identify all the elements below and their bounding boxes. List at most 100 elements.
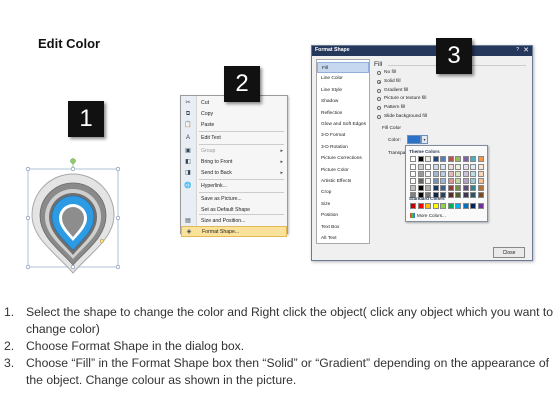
fill-color-button[interactable] — [407, 135, 421, 144]
menu-item-copy[interactable]: ⧉ Copy — [181, 109, 287, 120]
color-swatch[interactable] — [477, 185, 484, 191]
color-swatch[interactable] — [477, 178, 484, 184]
standard-color-swatch[interactable] — [470, 203, 476, 209]
color-swatch[interactable] — [477, 171, 484, 177]
category-picture-corrections[interactable]: Picture Corrections — [317, 153, 369, 164]
category-line-style[interactable]: Line Style — [317, 85, 369, 96]
color-swatch[interactable] — [417, 171, 424, 177]
standard-color-swatch[interactable] — [462, 203, 469, 209]
category-alt-text[interactable]: Alt Text — [317, 233, 369, 244]
radio-dot[interactable] — [377, 71, 381, 75]
color-swatch[interactable] — [410, 164, 416, 170]
color-swatch[interactable] — [462, 192, 469, 198]
color-swatch[interactable] — [462, 171, 469, 177]
standard-color-swatch[interactable] — [447, 203, 454, 209]
close-icon[interactable]: ✕ — [523, 46, 529, 54]
color-swatch[interactable] — [447, 171, 454, 177]
color-swatch[interactable] — [470, 156, 476, 162]
color-swatch[interactable] — [425, 171, 431, 177]
color-swatch[interactable] — [462, 164, 469, 170]
standard-color-swatch[interactable] — [432, 203, 439, 209]
color-swatch[interactable] — [477, 164, 484, 170]
color-swatch[interactable] — [447, 192, 454, 198]
category-artistic-effects[interactable]: Artistic Effects — [317, 176, 369, 187]
color-swatch[interactable] — [455, 156, 461, 162]
color-swatch[interactable] — [440, 185, 446, 191]
standard-color-swatch[interactable] — [455, 203, 461, 209]
color-swatch[interactable] — [477, 192, 484, 198]
standard-color-swatch[interactable] — [477, 203, 484, 209]
color-swatch[interactable] — [470, 171, 476, 177]
color-swatch[interactable] — [417, 185, 424, 191]
color-swatch[interactable] — [432, 171, 439, 177]
menu-item-format-shape[interactable]: ◈ Format Shape... — [181, 226, 287, 237]
selected-pin-shape[interactable] — [18, 155, 128, 280]
standard-color-swatch[interactable] — [425, 203, 431, 209]
color-swatch[interactable] — [432, 185, 439, 191]
color-swatch[interactable] — [425, 178, 431, 184]
category-3-d-rotation[interactable]: 3-D Rotation — [317, 142, 369, 153]
category-picture-color[interactable]: Picture Color — [317, 165, 369, 176]
color-swatch[interactable] — [432, 178, 439, 184]
color-swatch[interactable] — [477, 156, 484, 162]
color-swatch[interactable] — [410, 156, 416, 162]
color-swatch[interactable] — [440, 178, 446, 184]
category-position[interactable]: Position — [317, 210, 369, 221]
color-swatch[interactable] — [440, 171, 446, 177]
category-fill[interactable]: Fill — [317, 62, 369, 73]
color-swatch[interactable] — [462, 156, 469, 162]
category-size[interactable]: Size — [317, 199, 369, 210]
color-swatch[interactable] — [410, 185, 416, 191]
color-swatch[interactable] — [455, 171, 461, 177]
radio-solid-fill[interactable]: Solid fill — [377, 78, 517, 86]
color-swatch[interactable] — [440, 156, 446, 162]
color-swatch[interactable] — [440, 164, 446, 170]
color-swatch[interactable] — [410, 171, 416, 177]
radio-dot[interactable] — [377, 79, 381, 84]
color-swatch[interactable] — [447, 156, 454, 162]
standard-color-swatch[interactable] — [417, 203, 424, 209]
category-glow-and-soft-edges[interactable]: Glow and Soft Edges — [317, 119, 369, 130]
color-swatch[interactable] — [425, 185, 431, 191]
category-reflection[interactable]: Reflection — [317, 108, 369, 119]
radio-dot[interactable] — [377, 88, 381, 93]
color-swatch[interactable] — [470, 178, 476, 184]
category-line-color[interactable]: Line Color — [317, 73, 369, 84]
menu-item-paste[interactable]: 📋 Paste — [181, 120, 287, 131]
color-swatch[interactable] — [455, 164, 461, 170]
color-swatch[interactable] — [447, 178, 454, 184]
category-3-d-format[interactable]: 3-D Format — [317, 130, 369, 141]
color-swatch[interactable] — [432, 156, 439, 162]
help-icon[interactable]: ? — [516, 47, 519, 53]
color-swatch[interactable] — [462, 178, 469, 184]
radio-dot[interactable] — [377, 115, 381, 119]
color-swatch[interactable] — [455, 178, 461, 184]
menu-item-save-as-picture[interactable]: Save as Picture... — [181, 194, 287, 205]
radio-picture-or-texture-fill[interactable]: Picture or texture fill — [377, 95, 517, 103]
radio-pattern-fill[interactable]: Pattern fill — [377, 104, 517, 112]
color-swatch[interactable] — [432, 164, 439, 170]
color-swatch[interactable] — [470, 185, 476, 191]
color-swatch[interactable] — [455, 185, 461, 191]
color-swatch[interactable] — [447, 185, 454, 191]
more-colors-option[interactable]: More Colors... — [410, 213, 446, 219]
radio-dot[interactable] — [377, 106, 381, 111]
menu-item-send-to-back[interactable]: ◨ Send to Back ▸ — [181, 168, 287, 179]
color-swatch[interactable] — [470, 192, 476, 198]
category-text-box[interactable]: Text Box — [317, 222, 369, 233]
color-swatch[interactable] — [417, 178, 424, 184]
radio-slide-background-fill[interactable]: Slide background fill — [377, 113, 517, 121]
color-swatch[interactable] — [462, 185, 469, 191]
color-swatch[interactable] — [410, 178, 416, 184]
radio-dot[interactable] — [377, 97, 381, 102]
menu-item-hyperlink[interactable]: 🌐 Hyperlink... — [181, 181, 287, 192]
menu-item-set-as-default-shape[interactable]: Set as Default Shape — [181, 205, 287, 216]
standard-color-swatch[interactable] — [410, 203, 416, 209]
category-crop[interactable]: Crop — [317, 187, 369, 198]
close-button[interactable]: Close — [493, 247, 525, 258]
menu-item-bring-to-front[interactable]: ◧ Bring to Front ▸ — [181, 157, 287, 168]
color-swatch[interactable] — [425, 156, 431, 162]
color-swatch[interactable] — [417, 156, 424, 162]
color-swatch[interactable] — [417, 164, 424, 170]
color-swatch[interactable] — [470, 164, 476, 170]
